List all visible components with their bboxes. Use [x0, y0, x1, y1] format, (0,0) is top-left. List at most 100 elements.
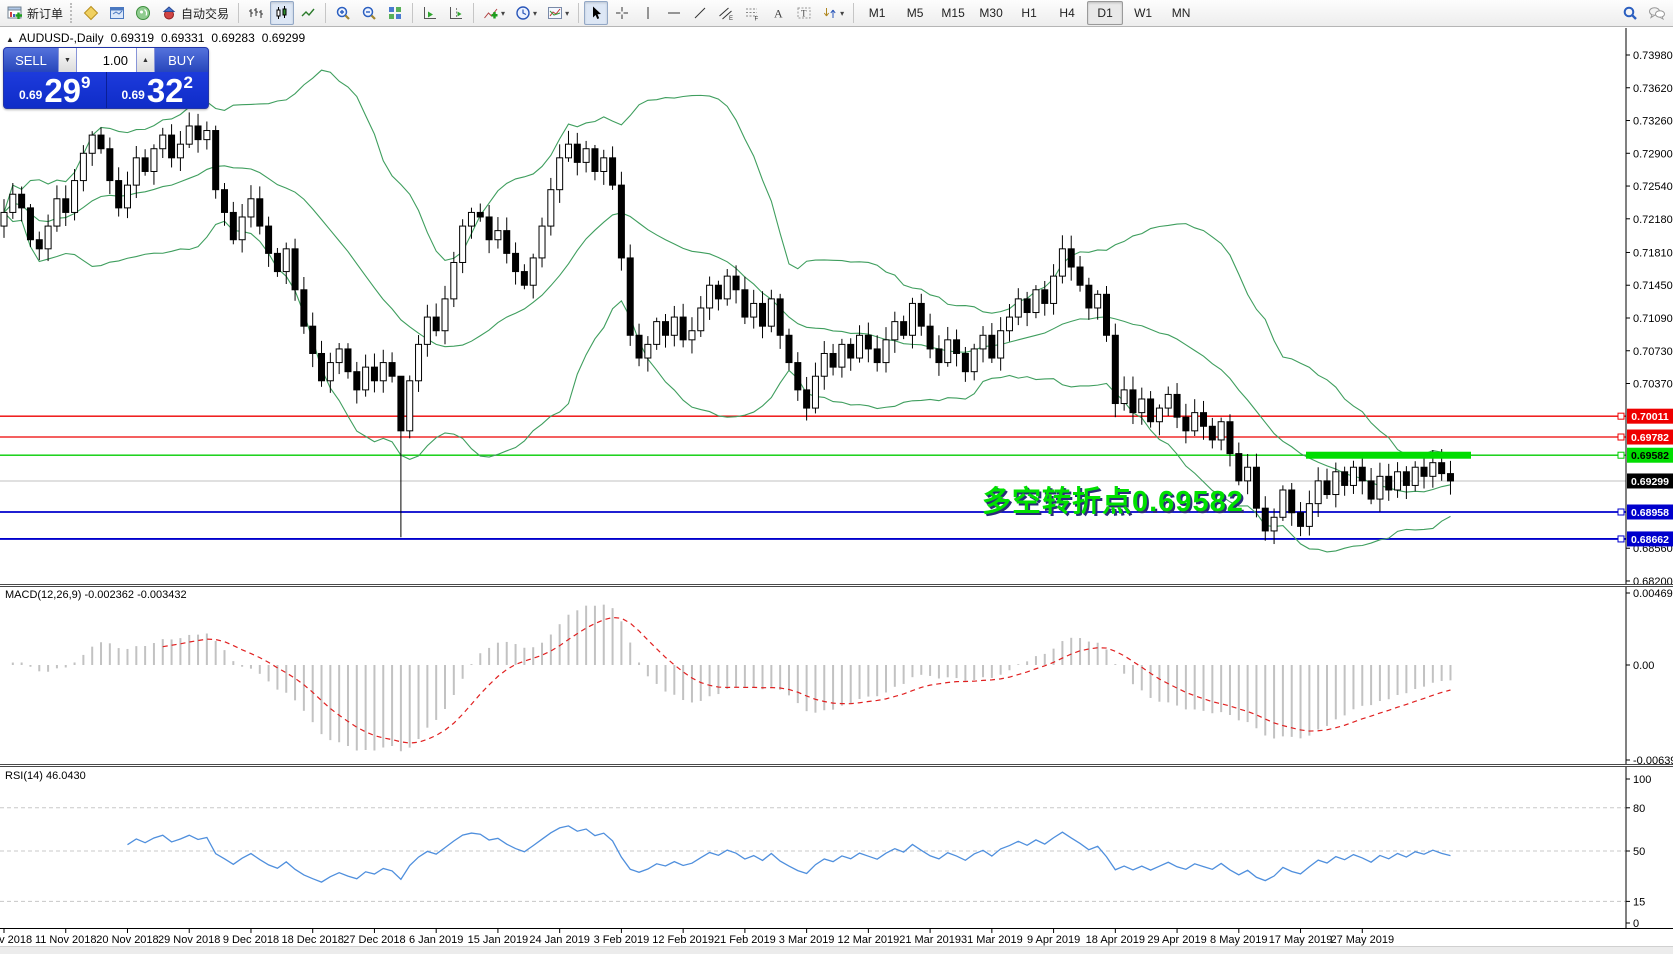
periods-button[interactable]: ▾	[511, 1, 541, 25]
new-order-icon	[7, 6, 22, 19]
toolbar-separator	[853, 3, 855, 23]
svg-text:3 Feb 2019: 3 Feb 2019	[594, 934, 650, 946]
svg-text:0.68662: 0.68662	[1631, 534, 1669, 546]
equidistant-channel-icon: E	[719, 7, 733, 21]
chat-button[interactable]	[1644, 1, 1670, 25]
svg-text:0.71450: 0.71450	[1633, 280, 1673, 292]
buy-button[interactable]: BUY	[155, 48, 208, 72]
svg-text:0.69782: 0.69782	[1631, 432, 1669, 444]
new-order-label: 新订单	[27, 6, 64, 21]
chart-bars-button[interactable]	[244, 1, 268, 25]
metaeditor-button[interactable]	[79, 1, 103, 25]
svg-text:18 Dec 2018: 18 Dec 2018	[282, 934, 344, 946]
text-label-button[interactable]: T	[792, 1, 816, 25]
template-icon	[548, 7, 563, 19]
indicators-icon	[484, 8, 498, 19]
chevron-down-icon: ▾	[840, 8, 845, 18]
new-order-button[interactable]: 新订单	[3, 1, 67, 25]
one-click-trading-panel: SELL ▼ ▲ BUY 0.69299 0.69322	[3, 47, 209, 109]
svg-text:0.73980: 0.73980	[1633, 50, 1673, 62]
buy-price-prefix: 0.69	[121, 88, 145, 102]
cursor-icon	[593, 6, 602, 19]
svg-text:0.72900: 0.72900	[1633, 148, 1673, 160]
zoom-out-icon	[362, 6, 376, 20]
pane-separator[interactable]	[0, 584, 1673, 585]
cursor-button[interactable]	[584, 1, 609, 25]
toolbar-separator	[473, 3, 475, 23]
quote-open: 0.69319	[110, 31, 154, 45]
zoom-in-button[interactable]	[331, 1, 355, 25]
svg-text:11 Nov 2018: 11 Nov 2018	[35, 934, 97, 946]
crosshair-button[interactable]	[610, 1, 634, 25]
autotrading-button[interactable]: 自动交易	[157, 1, 233, 25]
trendline-button[interactable]	[688, 1, 712, 25]
autoscroll-button[interactable]	[418, 1, 442, 25]
tile-windows-button[interactable]	[383, 1, 407, 25]
timeframe-H4[interactable]: H4	[1049, 1, 1085, 25]
timeframe-MN[interactable]: MN	[1163, 1, 1199, 25]
buy-price-big: 32	[146, 72, 184, 109]
price-chart-pane[interactable]: 0.73980 0.73620 0.73260 0.72900 0.72540 0.721…	[0, 28, 1673, 584]
timeframe-D1[interactable]: D1	[1087, 1, 1124, 25]
market-watch-button[interactable]	[105, 1, 129, 25]
status-strip	[0, 946, 1673, 954]
sell-price[interactable]: 0.69 29 9	[4, 72, 106, 108]
svg-text:0.73260: 0.73260	[1633, 116, 1673, 128]
time-axis[interactable]: 1 Nov 201811 Nov 201820 Nov 201829 Nov 2…	[0, 929, 1673, 946]
svg-text:12 Mar 2019: 12 Mar 2019	[837, 934, 899, 946]
arrow-objects-icon	[823, 8, 836, 18]
collapse-panel-icon[interactable]: ▲	[6, 35, 14, 44]
svg-text:9 Apr 2019: 9 Apr 2019	[1027, 934, 1080, 946]
indicators-button[interactable]: ▾	[479, 1, 509, 25]
timeframe-M5[interactable]: M5	[897, 1, 933, 25]
toolbar-separator	[238, 3, 240, 23]
svg-text:27 May 2019: 27 May 2019	[1330, 934, 1394, 946]
svg-text:1 Nov 2018: 1 Nov 2018	[0, 934, 32, 946]
line-chart-icon	[301, 8, 315, 17]
signals-button[interactable]	[131, 1, 155, 25]
vertical-line-button[interactable]	[636, 1, 660, 25]
timeframe-H1[interactable]: H1	[1011, 1, 1047, 25]
macd-indicator-pane[interactable]: 0.004694 0.00 -0.00639	[0, 587, 1673, 764]
chart-shift-button[interactable]	[444, 1, 468, 25]
svg-text:0.71090: 0.71090	[1633, 313, 1673, 325]
arrows-button[interactable]: ▾	[818, 1, 848, 25]
volume-decrease-button[interactable]: ▼	[58, 48, 77, 72]
sell-button[interactable]: SELL	[4, 48, 58, 72]
svg-text:100: 100	[1633, 774, 1651, 786]
channel-button[interactable]: E	[714, 1, 738, 25]
quote-close: 0.69299	[261, 31, 306, 45]
chevron-down-icon: ▾	[565, 8, 570, 18]
toolbar-separator	[325, 3, 327, 23]
chart-line-button[interactable]	[296, 1, 320, 25]
crosshair-icon	[616, 7, 629, 19]
chart-window[interactable]: 0.73980 0.73620 0.73260 0.72900 0.72540 0.721…	[0, 28, 1673, 954]
templates-button[interactable]: ▾	[543, 1, 573, 25]
timeframe-M30[interactable]: M30	[973, 1, 1009, 25]
chart-title: ▲ AUDUSD-,Daily 0.69319 0.69331 0.69283 0.692…	[6, 31, 312, 45]
timeframe-M1[interactable]: M1	[859, 1, 895, 25]
volume-input[interactable]	[77, 48, 136, 72]
zoom-in-icon	[336, 6, 350, 20]
svg-text:F: F	[755, 17, 759, 22]
volume-increase-button[interactable]: ▲	[136, 48, 155, 72]
chart-candles-button[interactable]	[270, 1, 295, 25]
zoom-out-button[interactable]	[357, 1, 381, 25]
fibonacci-button[interactable]: F	[740, 1, 764, 25]
svg-text:0.70730: 0.70730	[1633, 346, 1673, 358]
text-button[interactable]: A	[766, 1, 790, 25]
chat-icon	[1649, 7, 1665, 21]
svg-text:0.68958: 0.68958	[1631, 507, 1669, 519]
svg-text:0.72540: 0.72540	[1633, 181, 1673, 193]
chevron-down-icon: ▾	[533, 8, 538, 18]
buy-price[interactable]: 0.69 32 2	[105, 72, 209, 109]
pane-separator[interactable]	[0, 764, 1673, 765]
timeframe-M15[interactable]: M15	[935, 1, 971, 25]
market-watch-icon	[110, 7, 125, 19]
timeframe-W1[interactable]: W1	[1125, 1, 1161, 25]
macd-label: MACD(12,26,9) -0.002362 -0.003432	[5, 589, 187, 601]
search-button[interactable]	[1618, 1, 1642, 25]
rsi-indicator-pane[interactable]: 100 80 50 15 0	[0, 767, 1673, 928]
svg-text:0.00: 0.00	[1633, 660, 1654, 672]
horizontal-line-button[interactable]	[662, 1, 686, 25]
